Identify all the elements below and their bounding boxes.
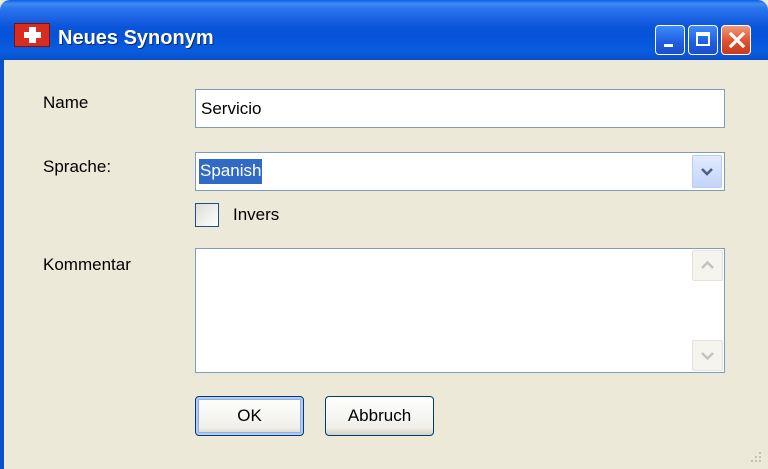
- app-cross-icon: [14, 23, 50, 47]
- comment-scrollbar[interactable]: [691, 249, 724, 372]
- close-icon: [728, 31, 746, 49]
- minimize-button[interactable]: [655, 25, 685, 55]
- ok-button[interactable]: OK: [195, 396, 304, 436]
- invers-checkbox[interactable]: [195, 203, 219, 227]
- minimize-icon: [664, 44, 673, 47]
- name-input[interactable]: [195, 89, 725, 128]
- resize-grip-icon[interactable]: [748, 449, 762, 463]
- cancel-button[interactable]: Abbruch: [325, 396, 434, 436]
- window-title: Neues Synonym: [58, 27, 214, 49]
- name-label: Name: [43, 93, 89, 112]
- maximize-button[interactable]: [688, 25, 718, 55]
- invers-label[interactable]: Invers: [233, 205, 279, 225]
- comment-textarea[interactable]: [195, 248, 725, 373]
- scroll-down-button[interactable]: [692, 340, 723, 371]
- close-button[interactable]: [721, 25, 751, 55]
- language-dropdown[interactable]: Spanish: [195, 152, 725, 191]
- language-selected-value: Spanish: [199, 159, 263, 184]
- maximize-icon: [696, 32, 710, 46]
- language-label: Sprache:: [43, 157, 112, 176]
- chevron-up-icon: [701, 260, 714, 269]
- comment-label: Kommentar: [43, 255, 131, 274]
- title-bar[interactable]: Neues Synonym: [0, 0, 768, 60]
- chevron-down-icon: [701, 168, 713, 176]
- chevron-down-icon: [701, 352, 714, 361]
- window-frame-left: [0, 60, 4, 469]
- dialog-window: Neues Synonym Name Sprache: Spanish Inve…: [0, 0, 768, 469]
- scroll-up-button[interactable]: [692, 250, 723, 281]
- dropdown-button[interactable]: [692, 155, 722, 188]
